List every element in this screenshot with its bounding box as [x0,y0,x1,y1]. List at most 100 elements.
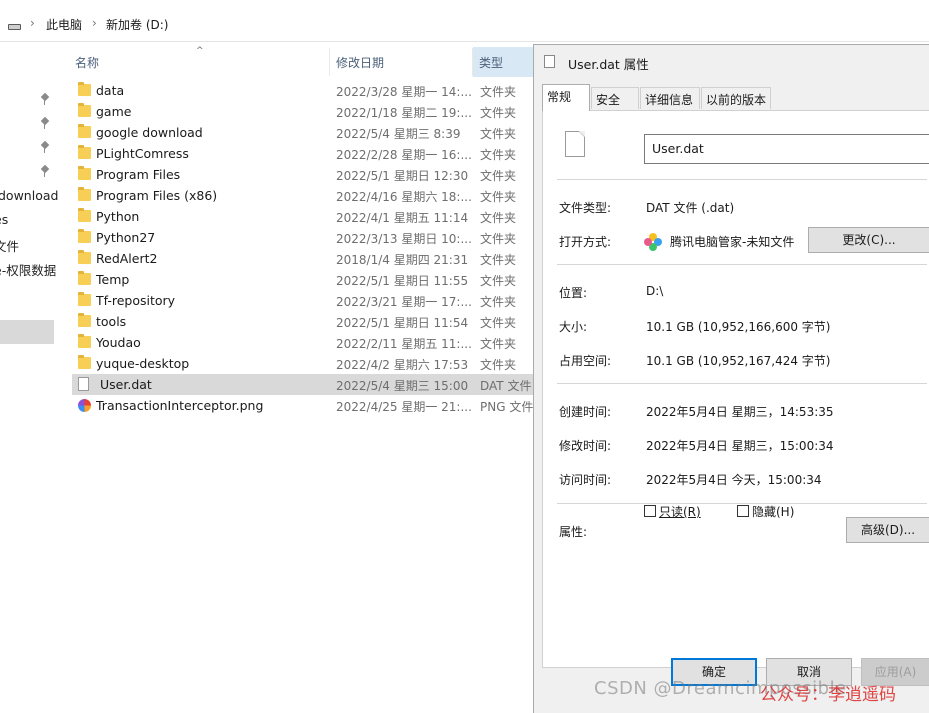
png-icon [78,399,91,412]
file-name: Python [96,209,140,224]
column-header-date[interactable]: 修改日期 [336,54,384,71]
file-date: 2022/4/2 星期六 17:53 [336,358,469,372]
nav-item[interactable]: e-权限数据 [0,260,56,279]
nav-item-selected[interactable] [0,320,54,344]
file-row[interactable]: Program Files 2022/5/1 星期日 12:30 文件夹 [72,164,534,185]
divider [557,264,927,265]
file-row[interactable]: Python27 2022/3/13 星期日 10:... 文件夹 [72,227,534,248]
file-type-label: 文件类型: [559,201,612,215]
file-type: 文件夹 [480,85,517,99]
file-name: Python27 [96,230,156,245]
tab-previous-versions[interactable]: 以前的版本 [701,87,771,109]
file-date: 2022/4/16 星期六 18:... [336,190,472,204]
readonly-checkbox[interactable] [644,505,656,517]
file-name: yuque-desktop [96,356,190,371]
file-icon [544,55,555,68]
file-row[interactable]: RedAlert2 2018/1/4 星期四 21:31 文件夹 [72,248,534,269]
file-date: 2022/2/11 星期五 11:... [336,337,472,351]
file-row[interactable]: Tf-repository 2022/3/21 星期一 17:... 文件夹 [72,290,534,311]
folder-icon [78,145,91,159]
chevron-right-icon: › [92,16,97,30]
pin-icon [40,142,50,154]
location-value: D:\ [646,284,664,298]
general-panel: User.dat 文件类型: DAT 文件 (.dat) 打开方式: 腾讯电脑管… [542,110,929,668]
breadcrumb-drive-d[interactable]: 新加卷 (D:) [106,16,168,33]
file-name: google download [96,125,203,140]
file-row[interactable]: data 2022/3/28 星期一 14:... 文件夹 [72,80,534,101]
file-name: Youdao [96,335,141,350]
column-header-name[interactable]: 名称 [75,54,99,71]
file-date: 2022/3/28 星期一 14:... [336,85,472,99]
created-value: 2022年5月4日 星期三，14:53:35 [646,405,834,419]
properties-dialog[interactable]: User.dat 属性 常规 安全 详细信息 以前的版本 User.dat 文件… [533,44,929,713]
size-on-disk-value: 10.1 GB (10,952,167,424 字节) [646,354,831,368]
open-with-label: 打开方式: [559,235,612,249]
pin-icon [40,94,50,106]
column-header-type[interactable]: 类型 [479,54,503,71]
file-row[interactable]: Youdao 2022/2/11 星期五 11:... 文件夹 [72,332,534,353]
nav-item[interactable]: es [0,212,8,227]
nav-item[interactable]: download [0,188,58,203]
file-name: PLightComress [96,146,189,161]
folder-icon [78,103,91,117]
file-row[interactable]: Program Files (x86) 2022/4/16 星期六 18:... 文… [72,185,534,206]
folder-icon [78,124,91,138]
folder-icon [78,187,91,201]
file-row[interactable]: Python 2022/4/1 星期五 11:14 文件夹 [72,206,534,227]
file-list[interactable]: ^ 名称 修改日期 类型 data 2022/3/28 星期一 14:... 文件夹… [58,42,535,713]
file-row[interactable]: Temp 2022/5/1 星期日 11:55 文件夹 [72,269,534,290]
nav-item[interactable]: 文件 [0,236,19,255]
breadcrumb-this-pc[interactable]: 此电脑 [46,16,82,33]
file-type-value: DAT 文件 (.dat) [646,201,735,215]
file-date: 2022/4/25 星期一 21:... [336,400,472,414]
advanced-button[interactable]: 高级(D)... [846,517,929,543]
file-row[interactable]: TransactionInterceptor.png 2022/4/25 星期一 … [72,395,534,416]
file-type: DAT 文件 [480,379,532,393]
tab-details[interactable]: 详细信息 [640,87,700,109]
file-type: 文件夹 [480,232,517,246]
change-button[interactable]: 更改(C)... [808,227,929,253]
file-type: 文件夹 [480,127,517,141]
hidden-checkbox[interactable] [737,505,749,517]
tab-security[interactable]: 安全 [591,87,639,109]
divider [557,383,927,384]
navigation-pane[interactable]: download es 文件 e-权限数据 [0,42,58,713]
file-icon [78,377,89,391]
address-bar[interactable]: › 此电脑 › 新加卷 (D:) [0,6,929,42]
file-row[interactable]: yuque-desktop 2022/4/2 星期六 17:53 文件夹 [72,353,534,374]
file-date: 2018/1/4 星期四 21:31 [336,253,469,267]
column-divider[interactable] [329,48,330,76]
modified-value: 2022年5月4日 星期三，15:00:34 [646,439,834,453]
filename-input[interactable]: User.dat [644,134,929,164]
readonly-label[interactable]: 只读(R) [659,503,701,520]
file-date: 2022/3/21 星期一 17:... [336,295,472,309]
file-row[interactable]: PLightComress 2022/2/28 星期一 16:... 文件夹 [72,143,534,164]
size-label: 大小: [559,320,588,334]
chevron-right-icon: › [30,16,35,30]
file-type: 文件夹 [480,106,517,120]
file-date: 2022/3/13 星期日 10:... [336,232,472,246]
open-with-value: 腾讯电脑管家-未知文件 [670,235,795,249]
file-name: game [96,104,132,119]
file-name: Temp [96,272,130,287]
file-row[interactable]: game 2022/1/18 星期二 19:... 文件夹 [72,101,534,122]
file-name: User.dat [100,377,152,392]
file-type: 文件夹 [480,190,517,204]
created-label: 创建时间: [559,405,612,419]
modified-label: 修改时间: [559,439,612,453]
folder-icon [78,355,91,369]
file-type: 文件夹 [480,169,517,183]
folder-icon [78,313,91,327]
hidden-label[interactable]: 隐藏(H) [752,503,794,520]
file-row[interactable]: google download 2022/5/4 星期三 8:39 文件夹 [72,122,534,143]
file-row[interactable]: User.dat 2022/5/4 星期三 15:00 DAT 文件 [72,374,534,395]
size-on-disk-label: 占用空间: [559,354,612,368]
watermark-overlay: 公众号：李逍遥码 [760,685,896,705]
tab-general[interactable]: 常规 [542,84,590,111]
file-type: PNG 文件 [480,400,534,414]
pin-icon [40,166,50,178]
column-divider[interactable] [472,48,473,76]
attributes-label: 属性: [559,525,588,539]
file-row[interactable]: tools 2022/5/1 星期日 11:54 文件夹 [72,311,534,332]
file-type: 文件夹 [480,253,517,267]
